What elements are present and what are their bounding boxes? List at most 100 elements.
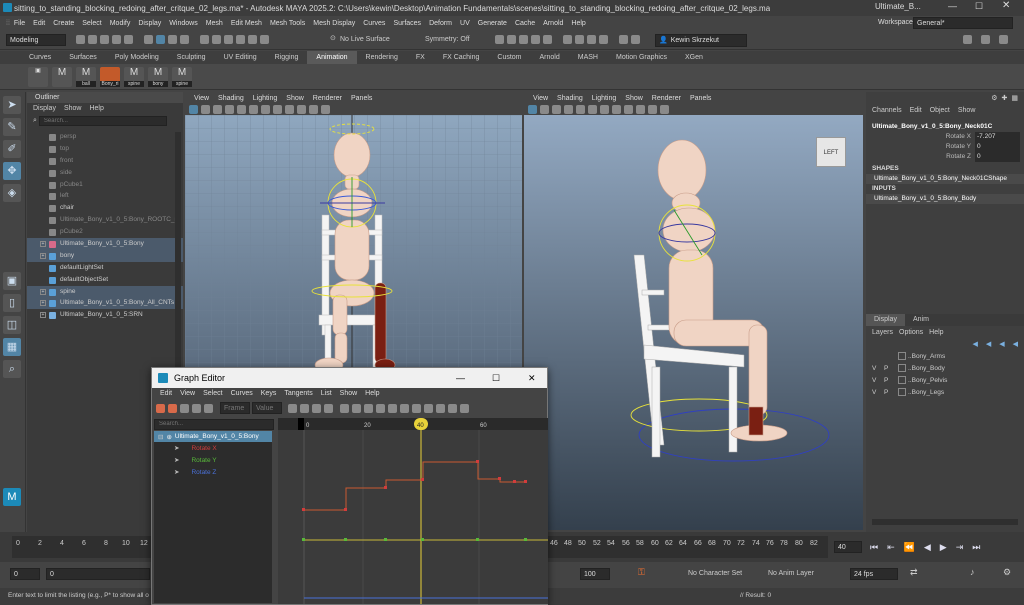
vp-icon[interactable]: [576, 105, 585, 114]
flat-tangent-icon[interactable]: [388, 403, 397, 413]
user-account[interactable]: 👤 Kewin Skrzekut: [655, 34, 747, 47]
shelf-tab-animation[interactable]: Animation: [307, 51, 357, 64]
layer-move-down-icon[interactable]: ◀: [986, 340, 991, 348]
redo-icon[interactable]: [124, 35, 133, 44]
channel-menu-edit[interactable]: Edit: [910, 107, 922, 114]
vp-icon[interactable]: [660, 105, 669, 114]
spline-tangent-icon[interactable]: [352, 403, 361, 413]
value-field[interactable]: Value: [252, 402, 282, 414]
sound-icon[interactable]: ♪: [970, 567, 975, 577]
layer-menu-help[interactable]: Help: [929, 329, 943, 336]
vp-icon[interactable]: [261, 105, 270, 114]
menu-create[interactable]: Create: [53, 20, 74, 27]
vp1-menu-view[interactable]: View: [194, 93, 209, 104]
layer-color-icon[interactable]: [898, 364, 906, 372]
layer-color-icon[interactable]: [898, 352, 906, 360]
snap-live-icon[interactable]: [260, 35, 269, 44]
rotate-tool-icon[interactable]: ◈: [3, 184, 21, 202]
outliner-menu-show[interactable]: Show: [64, 105, 82, 112]
ge-menu-keys[interactable]: Keys: [261, 388, 277, 400]
auto-tangent-icon[interactable]: [340, 403, 349, 413]
region-icon[interactable]: [192, 403, 201, 413]
channel-menu-object[interactable]: Object: [930, 107, 950, 114]
arnold-render-icon[interactable]: [563, 35, 572, 44]
layer-tab-display[interactable]: Display: [866, 314, 905, 326]
vp1-menu-show[interactable]: Show: [286, 93, 304, 104]
vp2-menu-renderer[interactable]: Renderer: [652, 93, 681, 104]
layer-row[interactable]: ..Bony_Arms: [866, 350, 1024, 362]
channel-menu-show[interactable]: Show: [958, 107, 976, 114]
vp-camera-icon[interactable]: [189, 105, 198, 114]
ge-curve-rotate-y[interactable]: ➤ Rotate Y: [154, 454, 272, 466]
menu-edit[interactable]: Edit: [33, 20, 45, 27]
toggle-modeling-toolkit-icon[interactable]: [963, 35, 972, 44]
ge-menu-curves[interactable]: Curves: [231, 388, 253, 400]
layer-tab-anim[interactable]: Anim: [905, 314, 937, 326]
frame-field[interactable]: Frame: [220, 402, 250, 414]
vp2-menu-show[interactable]: Show: [625, 93, 643, 104]
vp-camera-icon[interactable]: [528, 105, 537, 114]
clamped-tangent-icon[interactable]: [364, 403, 373, 413]
layer-color-icon[interactable]: [898, 388, 906, 396]
workspace-dropdown[interactable]: General*: [913, 17, 1013, 29]
layer-new-selected-icon[interactable]: ◀: [1013, 340, 1018, 348]
outliner-item-bony-root[interactable]: Ultimate_Bony_v1_0_5:Bony_ROOTC_m: [27, 214, 183, 226]
ge-menu-help[interactable]: Help: [365, 388, 379, 400]
outliner-item-bony[interactable]: + bony: [27, 249, 183, 262]
shelf-tab-surfaces[interactable]: Surfaces: [60, 51, 106, 64]
outliner-item-side[interactable]: side: [27, 167, 183, 179]
break-tangent-icon[interactable]: [424, 403, 433, 413]
step-back-frame-icon[interactable]: ⏪: [904, 542, 915, 553]
outliner-item-default-light-set[interactable]: defaultLightSet: [27, 262, 183, 274]
ui-toggle2-icon[interactable]: [631, 35, 640, 44]
outliner-item-bony-ref[interactable]: + Ultimate_Bony_v1_0_5:Bony: [27, 238, 183, 250]
outliner-menu-display[interactable]: Display: [33, 105, 56, 112]
channel-rotate-y[interactable]: Rotate Y 0: [866, 142, 1024, 152]
view-cube[interactable]: LEFT: [816, 137, 846, 167]
layer-name[interactable]: ..Bony_Body: [908, 365, 945, 372]
shelf-ball-button[interactable]: Mball: [76, 66, 96, 87]
outliner-item-bony-all-cnts[interactable]: + Ultimate_Bony_v1_0_5:Bony_All_CNTs: [27, 297, 183, 310]
channel-rotate-x[interactable]: Rotate X -7.207: [866, 132, 1024, 142]
layer-color-icon[interactable]: [898, 376, 906, 384]
undo-icon[interactable]: [112, 35, 121, 44]
buffer-curve-icon[interactable]: [460, 403, 469, 413]
retime-icon[interactable]: [204, 403, 213, 413]
snap-curve-icon[interactable]: [212, 35, 221, 44]
pause-icon[interactable]: [599, 35, 608, 44]
light-editor-icon[interactable]: [587, 35, 596, 44]
shelf-tab-curves[interactable]: Curves: [20, 51, 60, 64]
channel-tool-icon[interactable]: ✚: [1002, 94, 1008, 102]
vp1-menu-renderer[interactable]: Renderer: [313, 93, 342, 104]
ge-maximize-button[interactable]: ☐: [492, 368, 500, 388]
layer-name[interactable]: ..Bony_Arms: [908, 353, 945, 360]
move-tool-icon[interactable]: ✥: [3, 162, 21, 180]
layer-menu-options[interactable]: Options: [899, 329, 923, 336]
toggle-attribute-editor-icon[interactable]: [981, 35, 990, 44]
vp-icon[interactable]: [297, 105, 306, 114]
vp-icon[interactable]: [321, 105, 330, 114]
play-backwards-icon[interactable]: ◀: [924, 542, 931, 553]
layer-move-up-icon[interactable]: ◀: [972, 340, 977, 348]
snap-point-icon[interactable]: [224, 35, 233, 44]
shelf-tab-fx-caching[interactable]: FX Caching: [434, 51, 489, 64]
viewport-side[interactable]: View Shading Lighting Show Renderer Pane…: [524, 93, 863, 530]
save-scene-icon[interactable]: [100, 35, 109, 44]
play-forwards-icon[interactable]: ▶: [940, 542, 947, 553]
ge-menu-edit[interactable]: Edit: [160, 388, 172, 400]
outliner-item-pcube2[interactable]: pCube2: [27, 226, 183, 238]
ipr-render-icon[interactable]: [507, 35, 516, 44]
shelf-tab-rendering[interactable]: Rendering: [357, 51, 407, 64]
plateau-tangent-icon[interactable]: [412, 403, 421, 413]
select-object-icon[interactable]: [156, 35, 165, 44]
unify-tangent-icon[interactable]: [436, 403, 445, 413]
snap-grid-icon[interactable]: [200, 35, 209, 44]
select-tool-icon[interactable]: ➤: [3, 96, 21, 114]
shelf-tab-uv-editing[interactable]: UV Editing: [215, 51, 266, 64]
vp2-menu-shading[interactable]: Shading: [557, 93, 583, 104]
vp-icon[interactable]: [564, 105, 573, 114]
shelf-key-icon[interactable]: ▣: [28, 66, 48, 87]
move-key-icon[interactable]: [156, 403, 165, 413]
lattice-icon[interactable]: [180, 403, 189, 413]
search-icon[interactable]: ⌕: [3, 360, 21, 378]
